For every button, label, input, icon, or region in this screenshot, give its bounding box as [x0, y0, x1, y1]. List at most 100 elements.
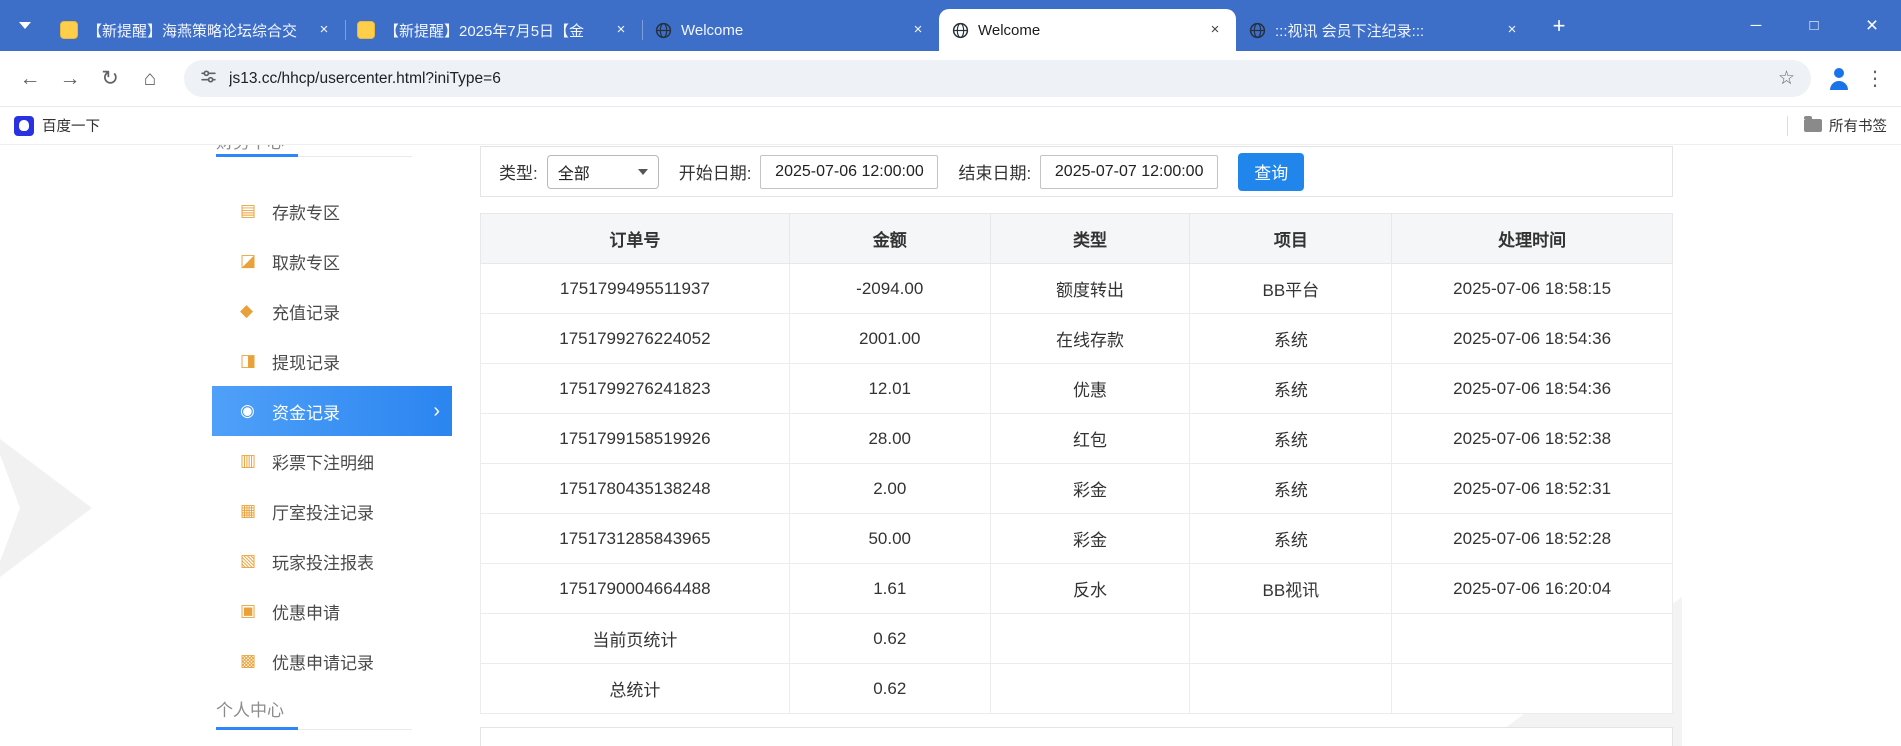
- browser-tab-video-records[interactable]: :::视讯 会员下注纪录::: ×: [1236, 9, 1533, 51]
- cell-project: 系统: [1189, 313, 1393, 364]
- tab-title: 【新提醒】2025年7月5日【金: [384, 22, 585, 40]
- maximize-button[interactable]: □: [1785, 0, 1843, 51]
- sidebar-item-label: 存款专区: [272, 203, 340, 223]
- tab-close-icon[interactable]: ×: [1503, 21, 1521, 39]
- forward-button[interactable]: →: [50, 59, 90, 99]
- cell-time: 2025-07-06 16:20:04: [1391, 563, 1673, 614]
- menu-dots-icon[interactable]: ⋮: [1859, 59, 1891, 99]
- back-button[interactable]: ←: [10, 59, 50, 99]
- header-processed-time: 处理时间: [1391, 213, 1673, 264]
- sidebar-item-withdrawal-records[interactable]: ◨ 提现记录: [212, 336, 452, 386]
- tab-search-chevron-icon[interactable]: [10, 0, 40, 51]
- sidebar-section-finance: 财务中心: [216, 145, 416, 157]
- all-bookmarks[interactable]: 所有书签: [1787, 115, 1887, 136]
- baidu-icon: [14, 115, 34, 136]
- table-row-grand-total: 总统计 0.62: [480, 663, 1673, 714]
- sidebar-item-funds-records[interactable]: ◉ 资金记录 ›: [212, 386, 452, 436]
- sidebar-item-label: 充值记录: [272, 303, 340, 323]
- tab-close-icon[interactable]: ×: [1206, 21, 1224, 39]
- browser-tab-forum-2[interactable]: 【新提醒】2025年7月5日【金 ×: [345, 9, 642, 51]
- sidebar-item-promo-application[interactable]: ▣ 优惠申请: [212, 586, 452, 636]
- chevron-down-icon: [19, 22, 31, 29]
- sidebar-item-withdraw-zone[interactable]: ◪ 取款专区: [212, 236, 452, 286]
- cell-amount: 2.00: [788, 463, 991, 514]
- hall-bet-icon: ▦: [240, 501, 257, 520]
- sidebar-item-label: 玩家投注报表: [272, 553, 374, 573]
- type-select-value: 全部: [557, 165, 590, 183]
- bookmark-baidu[interactable]: 百度一下: [14, 115, 100, 136]
- tab-title: 【新提醒】海燕策略论坛综合交: [87, 22, 298, 40]
- cell-amount: 28.00: [788, 413, 991, 464]
- end-date-input[interactable]: [1040, 154, 1219, 189]
- sidebar-section-personal: 个人中心: [216, 701, 416, 730]
- cell-empty: [989, 613, 1191, 664]
- tab-close-icon[interactable]: ×: [909, 21, 927, 39]
- cell-time: 2025-07-06 18:54:36: [1391, 313, 1673, 364]
- tab-title: Welcome: [681, 21, 744, 39]
- sidebar-item-label: 优惠申请: [272, 603, 340, 623]
- cell-order-id: 1751799276241823: [480, 363, 790, 414]
- cell-type: 反水: [989, 563, 1191, 614]
- start-date-input[interactable]: [760, 154, 939, 189]
- header-order-id: 订单号: [480, 213, 790, 264]
- table-row: 1751790004664488 1.61 反水 BB视讯 2025-07-06…: [480, 563, 1673, 614]
- section-underline: [216, 154, 412, 157]
- sidebar-item-deposit-zone[interactable]: ▤ 存款专区: [212, 186, 452, 236]
- site-info-icon[interactable]: [200, 68, 217, 90]
- sidebar-item-recharge-records[interactable]: ◆ 充值记录: [212, 286, 452, 336]
- withdrawal-record-icon: ◨: [240, 351, 257, 370]
- tab-close-icon[interactable]: ×: [612, 21, 630, 39]
- cell-project: 系统: [1189, 463, 1393, 514]
- sidebar-item-promo-application-records[interactable]: ▩ 优惠申请记录: [212, 636, 452, 686]
- cell-label: 总统计: [480, 663, 790, 714]
- divider: [1787, 115, 1788, 136]
- tab-close-icon[interactable]: ×: [315, 21, 333, 39]
- bookmark-label: 百度一下: [42, 119, 100, 135]
- type-select[interactable]: 全部: [546, 154, 659, 189]
- bookmark-star-icon[interactable]: ☆: [1778, 67, 1795, 90]
- player-report-icon: ▧: [240, 551, 257, 570]
- chevron-right-icon: ›: [433, 399, 440, 422]
- browser-tab-forum-1[interactable]: 【新提醒】海燕策略论坛综合交 ×: [48, 9, 345, 51]
- sidebar-item-player-bet-report[interactable]: ▧ 玩家投注报表: [212, 536, 452, 586]
- table-row: 1751799276241823 12.01 优惠 系统 2025-07-06 …: [480, 363, 1673, 414]
- sidebar-item-label: 资金记录: [272, 403, 340, 423]
- close-window-button[interactable]: ×: [1843, 0, 1901, 51]
- table-row: 1751799495511937 -2094.00 额度转出 BB平台 2025…: [480, 263, 1673, 314]
- tab-title: :::视讯 会员下注纪录:::: [1275, 22, 1425, 40]
- section-title: 财务中心: [216, 145, 416, 153]
- end-date-label: 结束日期:: [958, 164, 1032, 183]
- new-tab-button[interactable]: +: [1545, 13, 1573, 41]
- browser-tab-welcome-1[interactable]: Welcome ×: [642, 9, 939, 51]
- sidebar-item-label: 提现记录: [272, 353, 340, 373]
- table-header-row: 订单号 金额 类型 项目 处理时间: [480, 213, 1673, 264]
- cell-project: 系统: [1189, 513, 1393, 564]
- cell-type: 彩金: [989, 463, 1191, 514]
- profile-icon[interactable]: [1819, 59, 1859, 99]
- funds-icon: ◉: [240, 401, 255, 420]
- globe-favicon-icon: [1248, 21, 1266, 39]
- cell-order-id: 1751799495511937: [480, 263, 790, 314]
- browser-tab-welcome-active[interactable]: Welcome ×: [939, 9, 1236, 51]
- home-button[interactable]: ⌂: [130, 59, 170, 99]
- cell-type: 额度转出: [989, 263, 1191, 314]
- start-date-label: 开始日期:: [678, 164, 752, 183]
- pagination-box: [480, 727, 1673, 746]
- cell-type: 优惠: [989, 363, 1191, 414]
- header-project: 项目: [1189, 213, 1393, 264]
- minimize-button[interactable]: ─: [1727, 0, 1785, 51]
- cell-empty: [1391, 613, 1673, 664]
- cell-project: BB视讯: [1189, 563, 1393, 614]
- url-text[interactable]: js13.cc/hhcp/usercenter.html?iniType=6: [229, 70, 1778, 88]
- address-bar[interactable]: js13.cc/hhcp/usercenter.html?iniType=6 ☆: [184, 60, 1811, 97]
- sidebar-item-hall-bet-records[interactable]: ▦ 厅室投注记录: [212, 486, 452, 536]
- sidebar-item-lottery-bet-details[interactable]: ▥ 彩票下注明细: [212, 436, 452, 486]
- query-button[interactable]: 查询: [1238, 152, 1305, 191]
- cell-project: 系统: [1189, 413, 1393, 464]
- table-row: 1751780435138248 2.00 彩金 系统 2025-07-06 1…: [480, 463, 1673, 514]
- reload-button[interactable]: ↻: [90, 59, 130, 99]
- funds-records-table: 订单号 金额 类型 项目 处理时间 1751799495511937 -2094…: [480, 213, 1673, 714]
- cell-empty: [989, 663, 1191, 714]
- table-row: 1751731285843965 50.00 彩金 系统 2025-07-06 …: [480, 513, 1673, 564]
- sidebar-item-label: 彩票下注明细: [272, 453, 374, 473]
